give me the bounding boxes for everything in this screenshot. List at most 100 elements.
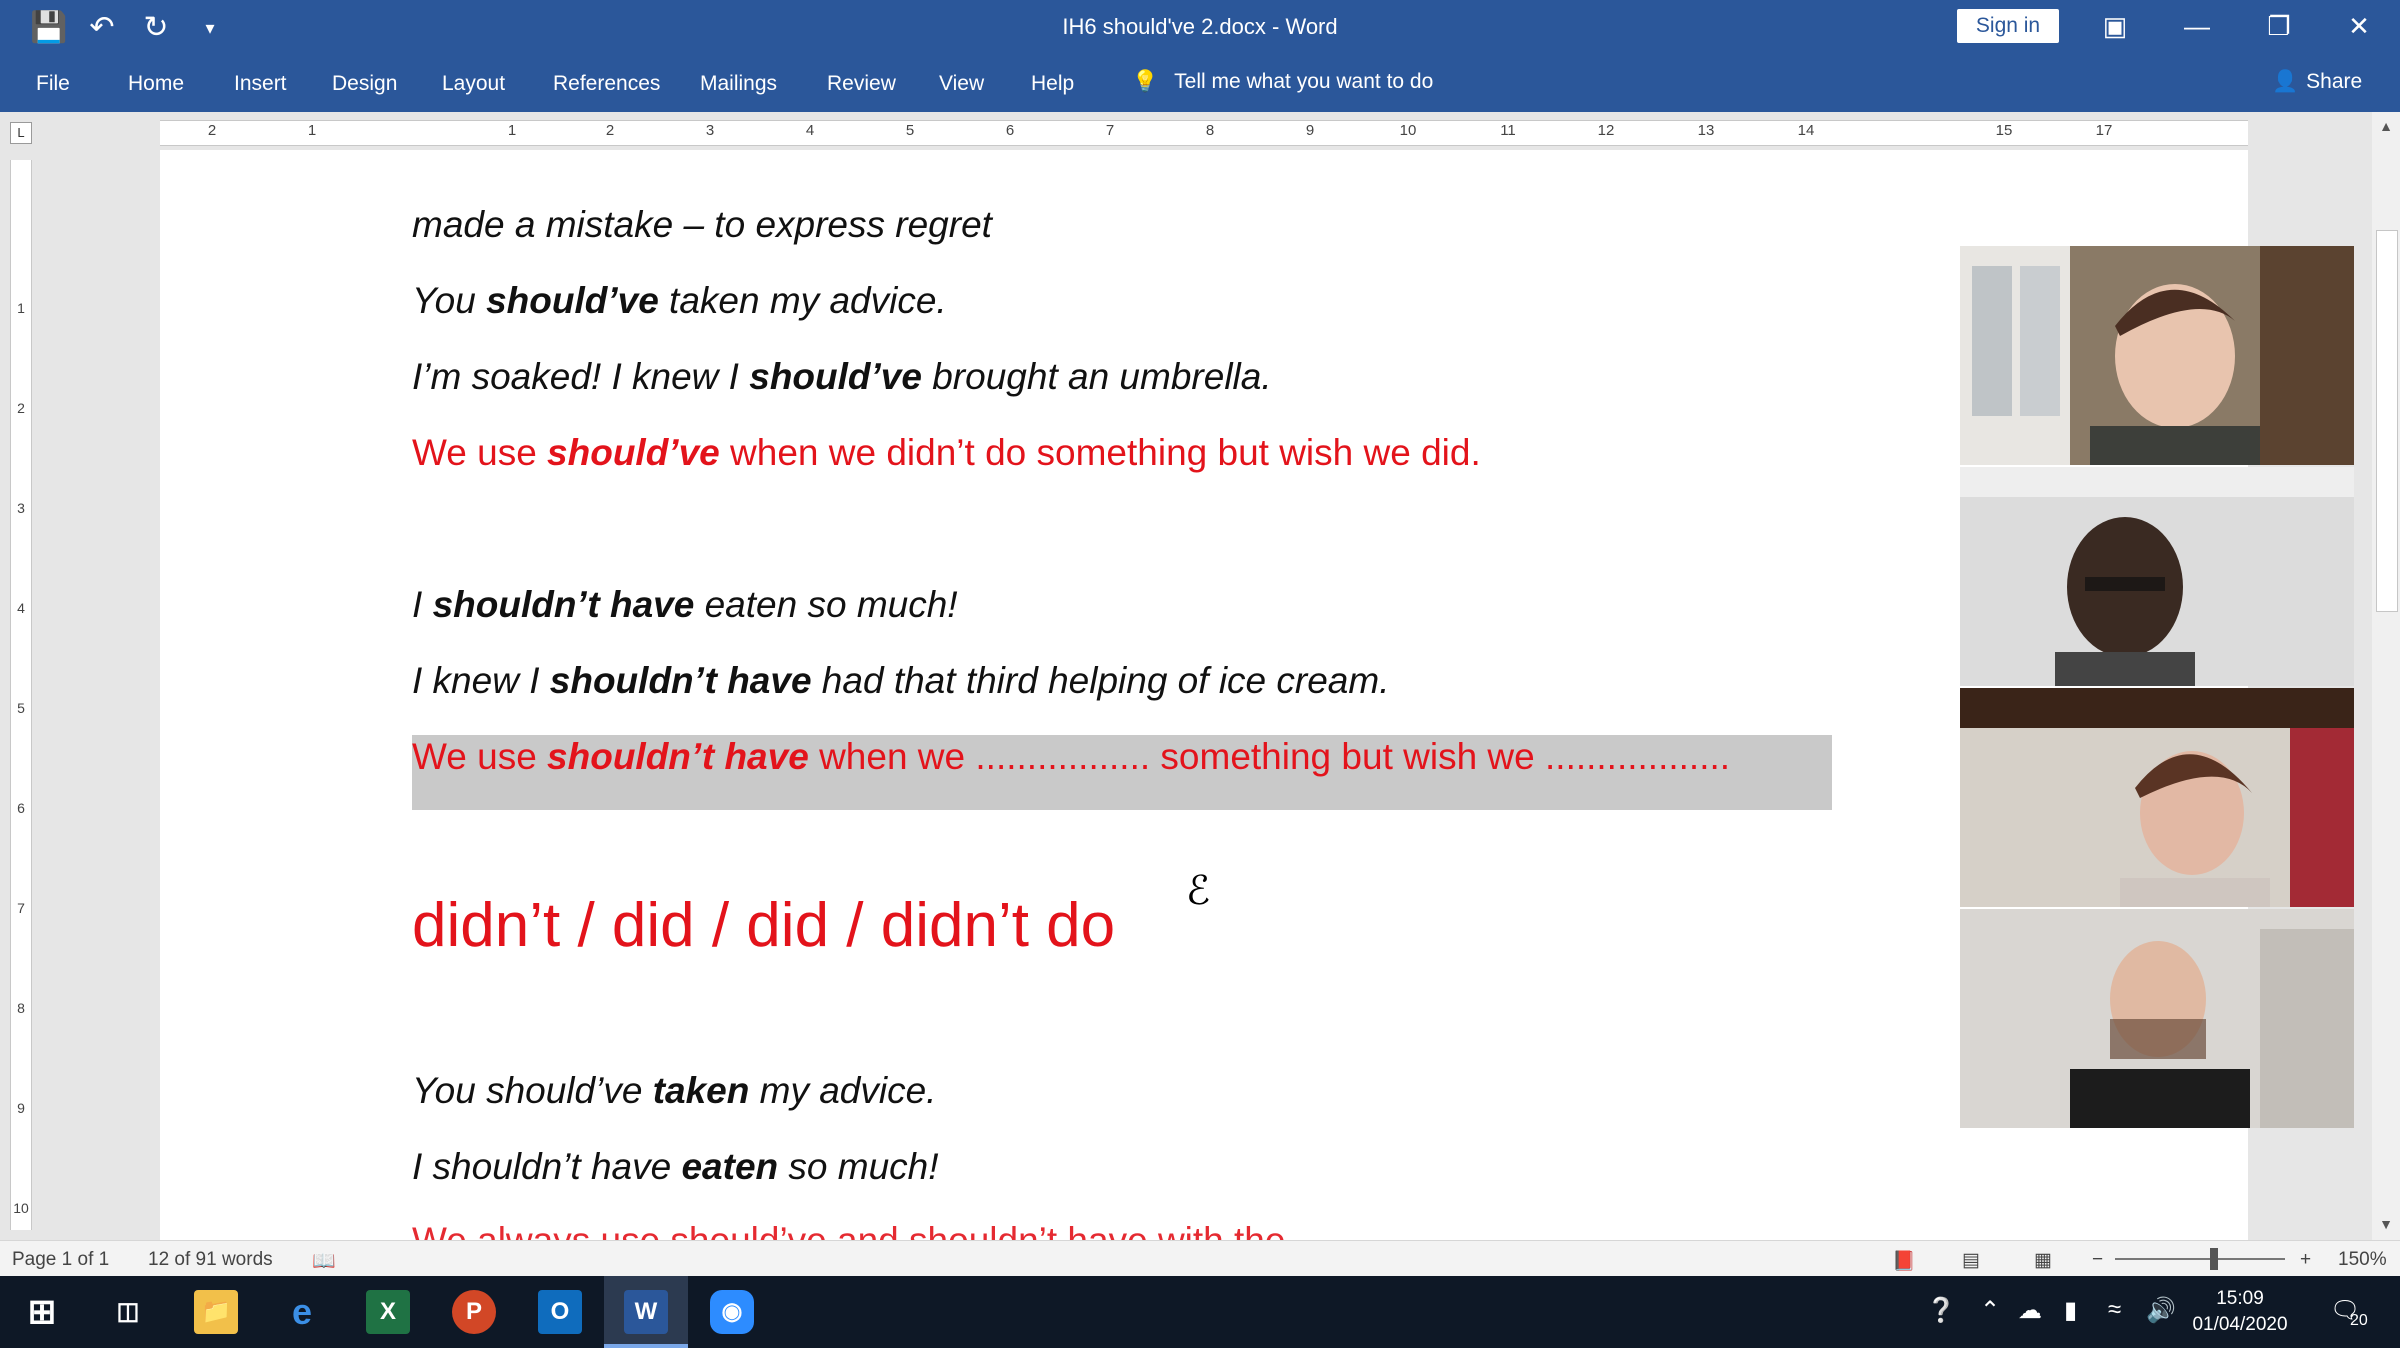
tab-layout[interactable]: Layout xyxy=(442,72,505,96)
ruler-number: 11 xyxy=(1500,122,1516,139)
ruler-number: 2 xyxy=(207,122,217,139)
zoom-slider-knob[interactable] xyxy=(2210,1248,2218,1270)
text-run: I shouldn’t have xyxy=(412,1146,682,1187)
powerpoint-icon[interactable]: P xyxy=(452,1290,496,1334)
page-count[interactable]: Page 1 of 1 xyxy=(12,1249,109,1271)
vertical-scrollbar[interactable]: ▲ ▼ xyxy=(2372,112,2400,1240)
tab-selector[interactable]: L xyxy=(10,122,32,144)
ruler-number: 17 xyxy=(2095,122,2113,139)
scroll-down-icon[interactable]: ▼ xyxy=(2372,1216,2400,1232)
status-bar: Page 1 of 1 12 of 91 words 📖 📕 ▤ ▦ − + 1… xyxy=(0,1240,2400,1277)
scroll-up-icon[interactable]: ▲ xyxy=(2372,118,2400,134)
excel-icon[interactable]: X xyxy=(366,1290,410,1334)
text-cursor-icon: ℰ xyxy=(1186,869,1211,913)
video-tile[interactable] xyxy=(1960,246,2354,465)
bold-run: should’ve xyxy=(547,432,720,473)
text-run: when we ................. something but … xyxy=(808,736,1731,777)
lightbulb-icon: 💡 xyxy=(1132,70,1159,93)
task-view-icon[interactable]: ◫ xyxy=(106,1290,150,1334)
tab-review[interactable]: Review xyxy=(827,72,896,96)
document-page[interactable]: made a mistake – to express regret You s… xyxy=(160,150,2248,1240)
tab-references[interactable]: References xyxy=(553,72,660,96)
scrollbar-thumb[interactable] xyxy=(2376,230,2398,612)
bold-run: should’ve xyxy=(486,280,659,321)
share-button[interactable]: 👤 Share xyxy=(2272,70,2362,94)
participant-video xyxy=(1960,688,2354,907)
help-icon[interactable]: ❔ xyxy=(1926,1296,1956,1325)
ruler-number: 12 xyxy=(1597,122,1615,139)
participant-video xyxy=(1960,246,2354,465)
tab-file[interactable]: File xyxy=(36,72,70,96)
word-count[interactable]: 12 of 91 words xyxy=(148,1249,273,1271)
ruler-number: 4 xyxy=(17,600,25,616)
file-explorer-icon[interactable]: 📁 xyxy=(194,1290,238,1334)
video-tile[interactable] xyxy=(1960,909,2354,1128)
read-mode-icon[interactable]: 📕 xyxy=(1892,1249,1916,1273)
text-run: had that third helping of ice cream. xyxy=(811,660,1390,701)
zoom-icon[interactable]: ◉ xyxy=(710,1290,754,1334)
outlook-icon[interactable]: O xyxy=(538,1290,582,1334)
tab-mailings[interactable]: Mailings xyxy=(700,72,777,96)
zoom-slider[interactable] xyxy=(2115,1258,2285,1260)
ruler-number: 4 xyxy=(805,122,815,139)
doc-line: made a mistake – to express regret xyxy=(412,204,992,245)
text-run: eaten so much! xyxy=(694,584,958,625)
system-clock[interactable]: 15:09 01/04/2020 xyxy=(2180,1286,2300,1338)
horizontal-ruler[interactable]: 2 1 1 2 3 4 5 6 7 8 9 10 11 12 13 14 15 … xyxy=(160,120,2248,146)
start-icon[interactable]: ⊞ xyxy=(20,1290,64,1334)
restore-icon[interactable]: ❐ xyxy=(2254,8,2304,44)
clock-date: 01/04/2020 xyxy=(2192,1314,2288,1335)
tell-me-text: Tell me what you want to do xyxy=(1174,70,1434,93)
ruler-number: 1 xyxy=(307,122,317,139)
ruler-number: 10 xyxy=(13,1200,29,1216)
print-layout-icon[interactable]: ▤ xyxy=(1962,1249,1980,1272)
video-tile[interactable] xyxy=(1960,467,2354,686)
word-icon[interactable]: W xyxy=(624,1290,668,1334)
zoom-in-icon[interactable]: + xyxy=(2300,1249,2311,1271)
video-tile[interactable] xyxy=(1960,688,2354,907)
participant-video xyxy=(1960,467,2354,686)
clock-time: 15:09 xyxy=(2216,1288,2264,1309)
tab-home[interactable]: Home xyxy=(128,72,184,96)
wifi-icon[interactable]: ≈ xyxy=(2108,1296,2121,1324)
battery-icon[interactable]: ▮ xyxy=(2064,1296,2077,1325)
text-run: my advice. xyxy=(749,1070,937,1111)
ruler-number: 5 xyxy=(17,700,25,716)
video-call-panel xyxy=(1960,246,2354,1130)
zoom-level[interactable]: 150% xyxy=(2338,1249,2387,1271)
minimize-icon[interactable]: — xyxy=(2172,8,2222,44)
ruler-number: 8 xyxy=(1205,122,1215,139)
close-icon[interactable]: ✕ xyxy=(2334,8,2384,44)
ruler-number: 2 xyxy=(17,400,25,416)
tell-me-search[interactable]: 💡 Tell me what you want to do xyxy=(1132,70,1433,94)
text-run: I’m soaked! I knew I xyxy=(412,356,750,397)
text-run: I xyxy=(412,584,433,625)
edge-icon[interactable]: e xyxy=(280,1290,324,1334)
proofing-icon[interactable]: 📖 xyxy=(312,1249,336,1273)
ruler-number: 14 xyxy=(1797,122,1815,139)
tab-view[interactable]: View xyxy=(939,72,984,96)
bold-run: shouldn’t have xyxy=(547,736,809,777)
ribbon-display-icon[interactable]: ▣ xyxy=(2090,8,2140,44)
zoom-out-icon[interactable]: − xyxy=(2092,1249,2103,1271)
volume-icon[interactable]: 🔊 xyxy=(2146,1296,2176,1325)
doc-rule-line: We use should’ve when we didn’t do somet… xyxy=(412,432,1481,474)
sign-in-button[interactable]: Sign in xyxy=(1957,9,2059,43)
share-label: Share xyxy=(2306,70,2363,93)
ruler-number: 1 xyxy=(17,300,25,316)
vertical-ruler[interactable]: 1 2 3 4 5 6 7 8 9 10 xyxy=(10,160,32,1230)
tab-insert[interactable]: Insert xyxy=(234,72,287,96)
ruler-number: 7 xyxy=(1105,122,1115,139)
web-layout-icon[interactable]: ▦ xyxy=(2034,1249,2052,1272)
onedrive-icon[interactable]: ☁ xyxy=(2018,1296,2042,1325)
tab-help[interactable]: Help xyxy=(1031,72,1074,96)
ruler-number: 6 xyxy=(17,800,25,816)
doc-line: I shouldn’t have eaten so much! xyxy=(412,1146,939,1188)
ruler-number: 10 xyxy=(1399,122,1417,139)
windows-taskbar: ⊞ ◫ 📁 e X P O W ◉ ❔ ⌃ ☁ ▮ ≈ 🔊 15:09 01/0… xyxy=(0,1276,2400,1348)
show-hidden-icons-icon[interactable]: ⌃ xyxy=(1980,1296,2000,1325)
doc-line: I’m soaked! I knew I should’ve brought a… xyxy=(412,356,1272,398)
ruler-number: 5 xyxy=(905,122,915,139)
bold-run: taken xyxy=(652,1070,750,1111)
tab-design[interactable]: Design xyxy=(332,72,397,96)
